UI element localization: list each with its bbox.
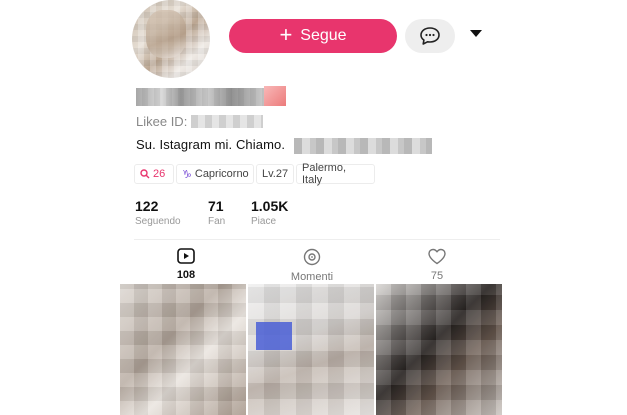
tab-moments[interactable]: Momenti <box>267 248 357 283</box>
search-count: 26 <box>153 168 166 180</box>
thumbnail-overlay <box>256 322 292 350</box>
tag-level: Lv.27 <box>256 164 294 184</box>
chat-bubble-icon <box>420 27 440 45</box>
divider <box>134 239 500 240</box>
tab-label: 108 <box>176 269 196 281</box>
tag-search-count[interactable]: 26 <box>134 164 174 184</box>
video-thumbnail[interactable] <box>120 284 246 415</box>
heart-icon <box>428 248 446 265</box>
tab-videos[interactable]: 108 <box>141 248 231 281</box>
message-button[interactable] <box>405 19 455 53</box>
tag-zodiac: ♑ Capricorno <box>176 164 254 184</box>
video-grid <box>120 284 502 415</box>
follow-label: Segue <box>300 27 347 44</box>
moments-icon <box>303 248 321 266</box>
stat-value: 122 <box>135 198 159 214</box>
stat-label: Seguendo <box>135 216 181 227</box>
search-icon <box>140 169 150 179</box>
username-censored <box>136 88 264 106</box>
bio-text: Su. Istagram mi. Chiamo. <box>136 137 286 152</box>
plus-icon: + <box>279 22 293 47</box>
avatar[interactable] <box>132 0 210 78</box>
stat-value: 71 <box>208 198 224 214</box>
likee-id-label: Likee ID: <box>136 114 188 129</box>
follow-button[interactable]: + Segue <box>229 19 397 53</box>
stat-label: Piace <box>251 216 277 227</box>
location-label: Palermo, Italy <box>302 162 347 186</box>
video-thumbnail[interactable] <box>248 284 374 415</box>
bio-censored <box>294 138 432 154</box>
tab-likes[interactable]: 75 <box>392 248 482 282</box>
tag-location: Palermo, Italy <box>296 162 375 186</box>
stat-fans[interactable]: 71 Fan <box>208 198 225 227</box>
stat-likes[interactable]: 1.05K Piace <box>251 198 288 227</box>
likee-id-censored <box>191 115 263 128</box>
tab-label: 75 <box>430 270 444 282</box>
zodiac-label: Capricorno <box>194 168 249 180</box>
play-icon <box>177 248 195 264</box>
capricorn-icon: ♑ <box>182 168 192 181</box>
level-label: Lv.27 <box>262 168 289 180</box>
tab-label: Momenti <box>290 271 334 283</box>
name-badge-censored <box>264 86 286 106</box>
video-thumbnail[interactable] <box>376 284 502 415</box>
caret-down-icon[interactable] <box>470 30 482 37</box>
stat-value: 1.05K <box>251 198 289 214</box>
stat-following[interactable]: 122 Seguendo <box>135 198 181 227</box>
stat-label: Fan <box>208 216 226 227</box>
